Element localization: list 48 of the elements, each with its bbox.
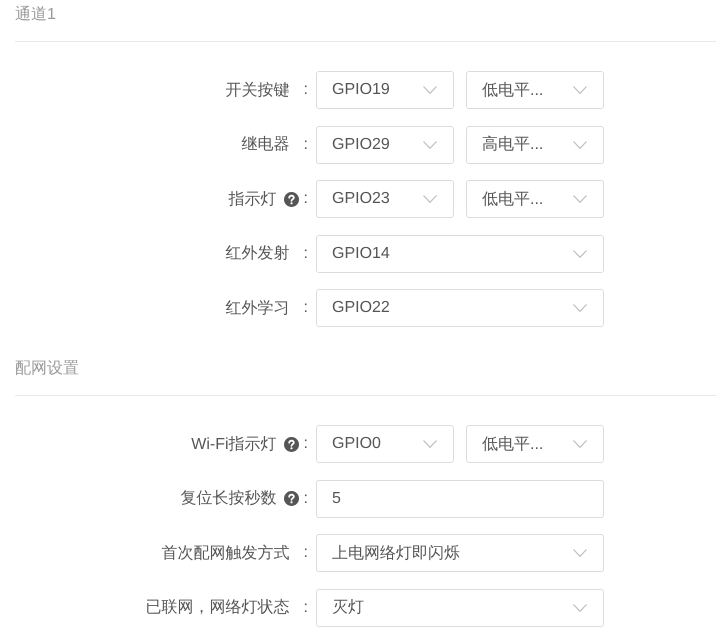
dropdown-select[interactable]: 上电网络灯即闪烁: [316, 534, 604, 572]
chevron-down-icon: [423, 140, 437, 148]
label-colon: :: [304, 299, 308, 317]
field-label: 复位长按秒数: [180, 488, 277, 509]
chevron-down-icon: [423, 195, 437, 203]
label-colon: :: [304, 81, 308, 99]
field-label: 已联网，网络灯状态: [146, 598, 290, 618]
label-colon: :: [304, 244, 308, 262]
dropdown-select[interactable]: GPIO23: [316, 180, 454, 218]
chevron-down-icon: [573, 195, 587, 203]
label-colon: :: [304, 598, 308, 616]
chevron-down-icon: [573, 549, 587, 557]
label-colon: :: [304, 190, 308, 208]
field-label: 开关按键: [226, 80, 290, 100]
chevron-down-icon: [423, 440, 437, 448]
dropdown-select[interactable]: GPIO29: [316, 126, 454, 164]
dropdown-select[interactable]: GPIO0: [316, 425, 454, 463]
label-colon: :: [304, 544, 308, 562]
dropdown-select[interactable]: GPIO19: [316, 71, 454, 109]
field-label: 继电器: [242, 134, 290, 155]
help-icon[interactable]: [284, 192, 299, 206]
field-label: Wi-Fi指示灯: [191, 434, 277, 454]
chevron-down-icon: [573, 304, 587, 312]
chevron-down-icon: [573, 140, 587, 148]
label-colon: :: [304, 435, 308, 453]
dropdown-select[interactable]: 高电平...: [466, 126, 604, 164]
dropdown-select[interactable]: 灭灯: [316, 588, 604, 626]
field-label: 红外发射: [226, 244, 290, 264]
input-field[interactable]: 5: [316, 480, 604, 518]
field-label: 首次配网触发方式: [162, 544, 290, 564]
help-icon[interactable]: [284, 436, 299, 452]
chevron-down-icon: [573, 250, 587, 258]
chevron-down-icon: [573, 440, 587, 448]
dropdown-select[interactable]: 低电平...: [466, 425, 604, 463]
help-icon[interactable]: [284, 491, 299, 506]
chevron-down-icon: [423, 86, 437, 94]
field-label: 指示灯: [228, 190, 277, 210]
dropdown-select[interactable]: 低电平...: [466, 180, 604, 218]
chevron-down-icon: [573, 604, 587, 612]
dropdown-select[interactable]: GPIO14: [316, 234, 604, 272]
label-colon: :: [304, 136, 308, 154]
dropdown-select[interactable]: GPIO22: [316, 289, 604, 327]
dropdown-select[interactable]: 低电平...: [466, 71, 604, 109]
chevron-down-icon: [573, 86, 587, 94]
label-colon: :: [304, 490, 308, 508]
section-title: 配网设置: [15, 360, 79, 377]
section-title: 通道1: [15, 6, 56, 23]
field-label: 红外学习: [226, 298, 290, 318]
